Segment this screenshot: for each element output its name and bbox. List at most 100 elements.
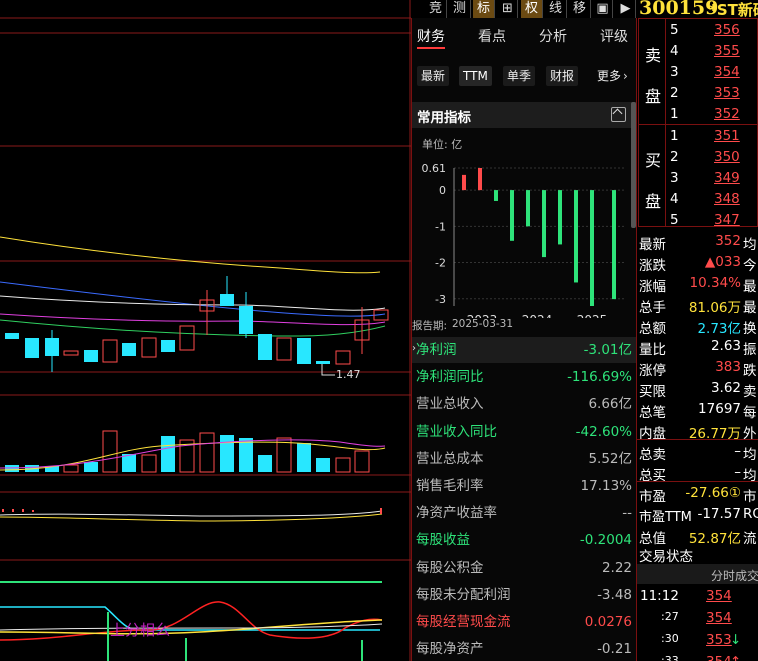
tick-price: 353 (706, 632, 732, 648)
stat-trailing: 流 (743, 531, 757, 547)
tab-highlights[interactable]: 看点 (478, 26, 506, 46)
metric-value: 6.66亿 (588, 396, 632, 413)
kline-chart[interactable]: 1.47 上分相么 (0, 0, 411, 661)
profit-bar (612, 190, 616, 300)
metric-row[interactable]: 净利润 -3.01亿 (416, 337, 632, 363)
scrollbar[interactable] (631, 102, 636, 228)
sell-level: 1 (670, 106, 679, 122)
toolbar-button-play[interactable]: ▶ (616, 0, 636, 18)
sell-price[interactable]: 356 (714, 22, 740, 38)
section-title: 常用指标 (417, 110, 471, 126)
subtab-latest[interactable]: 最新 (417, 66, 450, 86)
metric-row[interactable]: 净资产收益率 -- (416, 500, 632, 526)
tab-rating[interactable]: 评级 (600, 26, 628, 46)
buy-price[interactable]: 347 (714, 212, 740, 228)
profit-bar (558, 190, 562, 245)
toolbar-button-grid[interactable]: ⊞ (498, 0, 518, 18)
toolbar-button-window[interactable]: ▣ (593, 0, 613, 18)
metric-label: 营业收入同比 (416, 423, 497, 440)
tick-time: 11:12 (640, 588, 679, 604)
buy-price[interactable]: 348 (714, 191, 740, 207)
stat-label: 总值 (639, 531, 666, 547)
metric-value: -0.21 (597, 641, 632, 658)
ticks-title: 分时成交 (711, 569, 758, 583)
stat-label: 最新 (639, 237, 666, 253)
metric-row[interactable]: 销售毛利率 17.13% (416, 473, 632, 499)
subtab-more[interactable]: 更多 (593, 66, 625, 86)
subtab-reports[interactable]: 财报 (546, 66, 579, 86)
stat-trailing: 卖 (743, 384, 757, 400)
metric-row[interactable]: 营业收入同比 -42.60% (416, 419, 632, 445)
sell-price[interactable]: 353 (714, 85, 740, 101)
metric-row[interactable]: 营业总收入 6.66亿 (416, 391, 632, 417)
subtab-ttm[interactable]: TTM (459, 66, 492, 86)
metric-value: 0.0276 (584, 614, 632, 630)
stat-value: -17.57 (697, 506, 741, 522)
subtab-quarterly[interactable]: 单季 (503, 66, 536, 86)
toolbar-button-rights[interactable]: 权 (521, 0, 543, 18)
metric-row[interactable]: 每股净资产 -0.21 (416, 636, 632, 661)
metric-row[interactable]: 净利润同比 -116.69% (416, 364, 632, 390)
tick-arrow-icon: ↑ (730, 654, 741, 661)
metric-label: 营业总成本 (416, 450, 484, 467)
toolbar-button-line[interactable]: 线 (545, 0, 567, 18)
sell-label-2: 盘 (645, 87, 662, 106)
stat-label: 总额 (639, 321, 666, 337)
report-period-label: 报告期: (412, 320, 448, 332)
y-tick-label: 0 (439, 184, 446, 197)
stat-label: 涨跌 (639, 258, 666, 274)
metric-value: 17.13% (580, 478, 632, 494)
tick-price: 354 (706, 654, 732, 661)
stat-label: 市盈 (639, 489, 666, 505)
sell-price[interactable]: 355 (714, 43, 740, 59)
toolbar-button-test[interactable]: 测 (449, 0, 471, 18)
toolbar-button-compete[interactable]: 竞 (425, 0, 447, 18)
metric-row[interactable]: 每股未分配利润 -3.48 (416, 582, 632, 608)
metric-row[interactable]: 营业总成本 5.52亿 (416, 446, 632, 472)
metric-label: 每股公积金 (416, 559, 484, 576)
metric-row[interactable]: 每股公积金 2.22 (416, 555, 632, 581)
sell-price[interactable]: 354 (714, 64, 740, 80)
buy-price[interactable]: 351 (714, 128, 740, 144)
y-tick-label: -1 (435, 220, 446, 233)
sell-level: 4 (670, 43, 679, 59)
tab-analysis[interactable]: 分析 (539, 26, 567, 46)
stat-label: 买限 (639, 384, 666, 400)
stat-value: 352 (715, 233, 741, 249)
buy-price[interactable]: 349 (714, 170, 740, 186)
stat-label: 涨幅 (639, 279, 666, 295)
ma-line-green (0, 319, 386, 337)
metric-value: 2.22 (601, 559, 632, 576)
profit-bar (494, 190, 498, 201)
low-marker-line (321, 364, 335, 376)
stat-value: 383 (715, 359, 741, 375)
stock-name: *ST新研 (709, 1, 758, 19)
buy-label-1: 买 (645, 151, 662, 170)
stat-label: 涨停 (639, 363, 666, 379)
metric-label: 净利润 (416, 342, 457, 358)
metric-label: 销售毛利率 (416, 478, 484, 494)
stat-value: 52.87亿 (688, 531, 741, 547)
tab-finance[interactable]: 财务 (417, 26, 445, 46)
ma-line-blue (0, 281, 386, 317)
buy-level: 3 (670, 170, 679, 186)
toolbar-button-mark[interactable]: 标 (473, 0, 495, 18)
profit-bar (574, 190, 578, 283)
report-period-date: 2025-03-31 (452, 318, 514, 330)
stat-trailing: 今 (743, 258, 757, 274)
metric-value: -3.48 (597, 586, 632, 603)
stat-trailing: 最 (743, 279, 757, 295)
stats-divider-1 (637, 439, 758, 440)
buy-price[interactable]: 350 (714, 149, 740, 165)
profit-bar (526, 190, 530, 227)
sell-level: 3 (670, 64, 679, 80)
stat-trailing: 振 (743, 342, 757, 358)
metric-row[interactable]: 每股经营现金流 0.0276 (416, 609, 632, 635)
metric-row[interactable]: 每股收益 -0.2004 (416, 527, 632, 553)
metric-value: 5.52亿 (588, 450, 632, 467)
stat-value: 2.73亿 (697, 321, 741, 337)
toolbar-button-move[interactable]: 移 (569, 0, 591, 18)
sell-price[interactable]: 352 (714, 106, 740, 122)
buy-level: 2 (670, 149, 679, 165)
stat-value: 10.34% (689, 275, 741, 291)
